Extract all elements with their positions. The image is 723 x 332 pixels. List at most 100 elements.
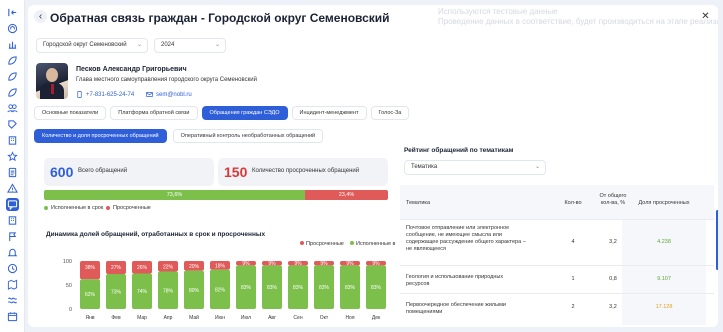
bar-label-overdue: 22% [163, 264, 174, 270]
tab-1[interactable]: Платформа обратной связи [110, 106, 198, 120]
leaf-icon[interactable] [6, 86, 19, 99]
table-cell-topic: Первоочередное обеспечение жилыми помеще… [406, 302, 506, 315]
overdue-label: Количество просроченных обращений [252, 168, 360, 174]
x-tick-label: Авг [268, 315, 276, 321]
section-tabs: Основные показатели Платформа обратной св… [34, 106, 410, 120]
table-cell-count: 4 [571, 239, 575, 245]
table-cell-share: 0,8 [609, 276, 617, 282]
building-icon[interactable] [6, 134, 19, 147]
phone-text: +7-831-625-24-74 [86, 91, 135, 98]
calendar-icon[interactable] [6, 310, 19, 323]
subsection-tabs: Количество и доля просроченных обращений… [34, 129, 324, 143]
tab-0[interactable]: Основные показатели [34, 106, 107, 120]
clock-icon[interactable] [6, 262, 19, 275]
email-link[interactable]: sem@nobl.ru [146, 91, 192, 98]
overdue-value: 150 [224, 164, 248, 180]
x-tick-label: Июн [215, 315, 225, 321]
main-panel: ‹ Обратная связь граждан - Городской окр… [28, 5, 718, 327]
bar-label-overdue: 9% [320, 261, 328, 267]
legend-overdue-label: Просроченные [113, 205, 151, 211]
bar-label-ontime: 62% [85, 292, 96, 298]
chevron-down-icon: ⌄ [534, 164, 540, 170]
district-select[interactable]: Городской округ Семеновский ⌄ [36, 38, 148, 53]
topic-filter-value: Тематика [411, 164, 438, 170]
home-icon[interactable] [6, 22, 19, 35]
x-tick-label: Ноя [345, 315, 354, 321]
document-icon[interactable] [6, 166, 19, 179]
avatar [36, 63, 68, 99]
bar-label-ontime: 78% [163, 288, 174, 294]
year-select[interactable]: 2024 ⌄ [154, 38, 226, 53]
wave-icon[interactable] [6, 294, 19, 307]
table-header-3: Доля просроченных [638, 200, 690, 206]
year-select-value: 2024 [161, 42, 175, 48]
subtab-0[interactable]: Количество и доля просроченных обращений [34, 129, 167, 143]
table-cell-share: 3,2 [609, 304, 617, 310]
watermark-line-2: Проведение данных в соответствие, будет … [438, 17, 718, 26]
dynamics-bar-chart: Просроченные Исполненные в срок 100 50 0 38% 6… [63, 241, 396, 321]
x-tick-label: Май [189, 314, 199, 321]
bar-label-ontime: 83% [293, 285, 304, 291]
tab-3[interactable]: Инцидент-менеджмент [291, 106, 367, 120]
person-name: Песков Александр Григорьевич [76, 66, 187, 73]
back-button[interactable]: ‹ [34, 10, 47, 23]
total-value: 600 [50, 164, 74, 180]
subtab-1[interactable]: Оперативный контроль необработанных обра… [172, 129, 324, 143]
overdue-fill: 23,4% [305, 190, 388, 200]
legend-label: Просроченные [306, 241, 344, 247]
x-tick-label: Сен [293, 315, 302, 321]
table-cell-topic: Геология и использование природных ресур… [406, 274, 504, 287]
bar-label-overdue: 9% [294, 261, 302, 267]
chat-icon[interactable] [6, 198, 19, 211]
bar-label-ontime: 80% [189, 288, 200, 294]
bar-label-overdue: 18% [215, 263, 226, 269]
table-scrollbar[interactable] [716, 210, 718, 270]
y-tick-label: 0 [69, 307, 72, 313]
page-title: Обратная связь граждан - Городской округ… [50, 11, 390, 25]
flag-icon[interactable] [6, 230, 19, 243]
x-tick-label: Янв [85, 315, 94, 321]
chevron-down-icon: ⌄ [136, 42, 142, 48]
table-cell-count: 2 [571, 304, 575, 310]
phone-icon [77, 91, 82, 98]
table-header-2: От общего кол-ва, % [599, 193, 627, 206]
bar-label-overdue: 38% [85, 265, 96, 271]
x-tick-label: Дек [372, 315, 381, 321]
total-label: Всего обращений [78, 168, 128, 174]
people-icon[interactable] [6, 102, 19, 115]
email-text: sem@nobl.ru [156, 91, 192, 98]
district-select-value: Городской округ Семеновский [43, 42, 127, 48]
x-tick-label: Мар [137, 315, 147, 321]
ontime-overdue-progress: 73,6% 23,4% [44, 190, 388, 200]
person-position: Глава местного самоуправления городского… [76, 77, 257, 83]
close-button[interactable]: ✕ [699, 10, 712, 23]
tab-2[interactable]: Обращения граждан СЭДО [201, 106, 288, 120]
leaf-icon[interactable] [6, 54, 19, 67]
bar-label-overdue: 27% [111, 265, 122, 271]
leaf-icon[interactable] [6, 70, 19, 83]
bell-icon[interactable] [6, 246, 19, 259]
overdue-stat-card: 150 Количество просроченных обращений [218, 158, 388, 186]
bar-label-ontime: 83% [267, 285, 278, 291]
legend-dot [350, 241, 354, 245]
map-icon[interactable] [6, 278, 19, 291]
bar-label-overdue: 9% [268, 261, 276, 267]
alert-icon[interactable] [6, 182, 19, 195]
mail-icon [146, 92, 153, 97]
collapse-icon[interactable] [6, 6, 19, 19]
bar-label-overdue: 26% [137, 265, 148, 271]
sidebar [0, 0, 25, 332]
bar-label-overdue: 9% [242, 261, 250, 267]
ontime-fill: 73,6% [44, 190, 305, 200]
building-icon[interactable] [6, 214, 19, 227]
tab-4[interactable]: Голос-За [370, 106, 410, 120]
legend-ontime: Исполненные в срок [44, 205, 103, 211]
bar-label-ontime: 83% [319, 285, 330, 291]
phone-link[interactable]: +7-831-625-24-74 [76, 91, 134, 98]
table-cell-count: 1 [571, 276, 575, 282]
grid-icon[interactable] [6, 38, 19, 51]
y-tick-label: 50 [66, 283, 72, 289]
star-icon[interactable] [6, 150, 19, 163]
tag-icon[interactable] [6, 118, 19, 131]
topic-filter-select[interactable]: Тематика ⌄ [404, 160, 546, 175]
